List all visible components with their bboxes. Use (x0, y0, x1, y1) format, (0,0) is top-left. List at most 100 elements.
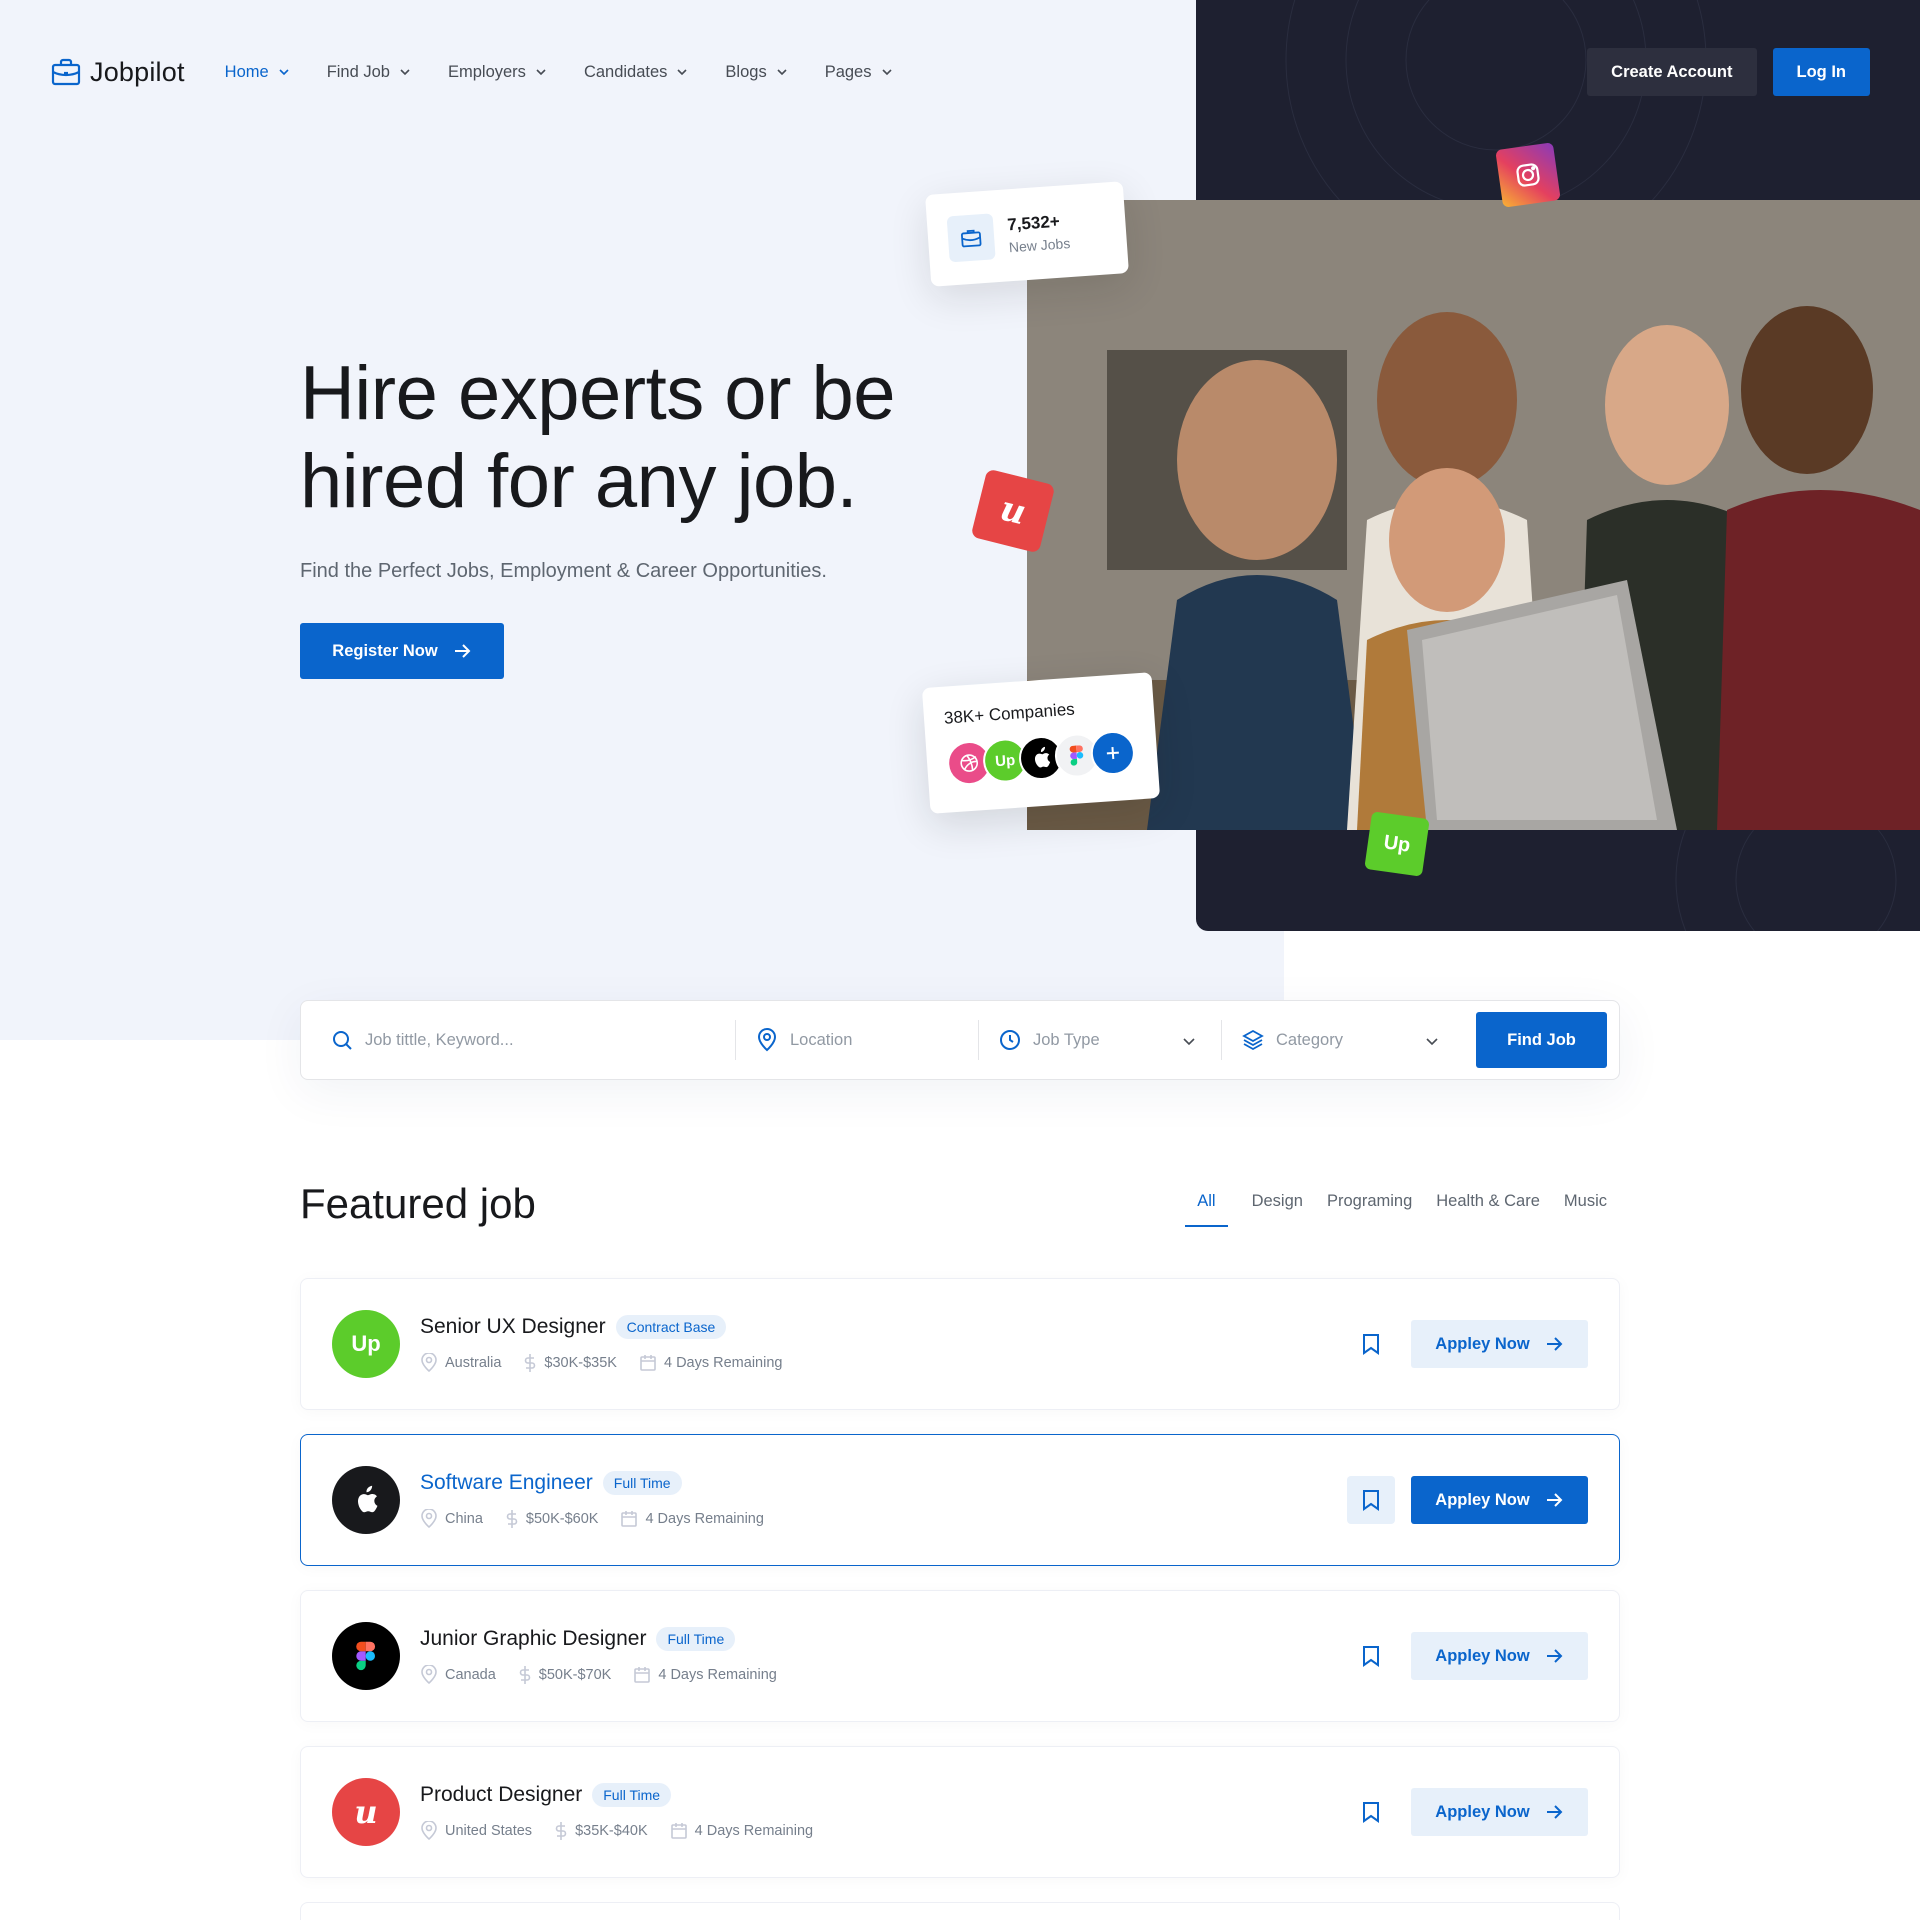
nav-find-job[interactable]: Find Job (327, 63, 412, 82)
apply-label: Appley Now (1435, 1802, 1530, 1821)
nav-employers[interactable]: Employers (448, 63, 548, 82)
apply-label: Appley Now (1435, 1334, 1530, 1353)
keyword-placeholder: Job tittle, Keyword... (365, 1030, 514, 1049)
new-jobs-stat-card: 7,532+ New Jobs (925, 181, 1129, 287)
job-card[interactable]: Up Senior UX Designer Contract Base Aust… (300, 1278, 1620, 1410)
register-now-button[interactable]: Register Now (300, 623, 504, 679)
nav-candidates[interactable]: Candidates (584, 63, 689, 82)
job-title[interactable]: Senior UX Designer (420, 1315, 606, 1339)
job-card[interactable]: Junior Graphic Designer Full Time Canada… (300, 1590, 1620, 1722)
job-location: Canada (420, 1665, 496, 1685)
layers-icon (1242, 1029, 1264, 1051)
find-job-button[interactable]: Find Job (1476, 1012, 1607, 1068)
apply-now-button[interactable]: Appley Now (1411, 1788, 1588, 1836)
bookmark-button[interactable] (1347, 1788, 1395, 1836)
job-location-text: Canada (445, 1667, 496, 1683)
logo-text: Jobpilot (90, 56, 185, 87)
chevron-down-icon (400, 69, 410, 76)
job-card[interactable]: u Product Designer Full Time United Stat… (300, 1746, 1620, 1878)
dollar-icon (525, 1354, 536, 1372)
upwork-icon: Up (332, 1310, 400, 1378)
new-jobs-label: New Jobs (1008, 235, 1071, 256)
calendar-icon (640, 1355, 656, 1371)
calendar-icon (621, 1511, 638, 1527)
job-type-badge: Full Time (656, 1627, 736, 1651)
bookmark-button[interactable] (1347, 1320, 1395, 1368)
job-type-badge: Full Time (602, 1471, 682, 1495)
hero-team-photo (1027, 200, 1920, 830)
dollar-icon (555, 1822, 567, 1840)
job-deadline: 4 Days Remaining (639, 1353, 782, 1373)
arrow-right-icon (1546, 1337, 1563, 1351)
bookmark-button[interactable] (1347, 1476, 1395, 1524)
main-menu: Home Find Job Employers Candidates Blogs… (225, 63, 930, 82)
job-card[interactable]: Software Engineer Full Time China $50K-$… (300, 1434, 1620, 1566)
bookmark-icon (1363, 1646, 1379, 1667)
calendar-icon (670, 1823, 687, 1839)
figma-icon (332, 1622, 400, 1690)
job-location: Australia (420, 1353, 501, 1373)
job-type-select[interactable]: Job Type (978, 1020, 1221, 1060)
map-pin-icon (421, 1509, 437, 1529)
nav-pages[interactable]: Pages (825, 63, 894, 82)
login-button[interactable]: Log In (1772, 48, 1870, 96)
chevron-down-icon (279, 69, 289, 76)
job-salary: $35K-$40K (554, 1821, 648, 1841)
tab-programing[interactable]: Programing (1327, 1192, 1412, 1227)
job-salary-text: $50K-$70K (538, 1667, 612, 1683)
apply-now-button[interactable]: Appley Now (1411, 1476, 1588, 1524)
chevron-down-icon (881, 69, 892, 76)
job-location-text: China (445, 1511, 483, 1527)
job-salary-text: $35K-$40K (575, 1823, 648, 1839)
bookmark-button[interactable] (1347, 1632, 1395, 1680)
job-type-badge: Contract Base (615, 1315, 727, 1339)
job-deadline-text: 4 Days Remaining (694, 1823, 814, 1839)
create-account-button[interactable]: Create Account (1587, 48, 1757, 96)
job-search-bar: Job tittle, Keyword... Location Job Type… (300, 1000, 1620, 1080)
job-salary-text: $30K-$35K (544, 1355, 617, 1371)
job-deadline: 4 Days Remaining (633, 1665, 777, 1685)
location-placeholder: Location (790, 1030, 853, 1049)
chevron-down-icon (1183, 1038, 1195, 1046)
nav-home[interactable]: Home (225, 63, 291, 82)
chevron-down-icon (677, 69, 687, 76)
nav-actions: Create Account Log In (1587, 48, 1870, 96)
tab-health-care[interactable]: Health & Care (1436, 1192, 1540, 1227)
clock-icon (1000, 1030, 1020, 1050)
arrow-right-icon (1546, 1649, 1563, 1663)
job-location-text: United States (445, 1823, 533, 1839)
job-deadline: 4 Days Remaining (620, 1509, 764, 1529)
job-deadline-text: 4 Days Remaining (658, 1667, 777, 1683)
apple-icon (332, 1466, 400, 1534)
hero-title-line2: hired for any job. (300, 439, 858, 524)
arrow-right-icon (454, 644, 471, 658)
upwork-icon: Up (1364, 811, 1430, 877)
job-deadline-text: 4 Days Remaining (645, 1511, 764, 1527)
keyword-field[interactable]: Job tittle, Keyword... (331, 1020, 735, 1060)
nav-pages-label: Pages (824, 62, 872, 81)
nav-employers-label: Employers (447, 62, 526, 81)
companies-count: 38K+ Companies (943, 699, 1076, 728)
job-salary-text: $50K-$60K (525, 1511, 599, 1527)
featured-tabs: All Design Programing Health & Care Musi… (1185, 1192, 1607, 1227)
plus-icon[interactable] (1089, 729, 1137, 777)
tab-music[interactable]: Music (1564, 1192, 1607, 1227)
logo[interactable]: Jobpilot (50, 56, 185, 88)
nav-blogs-label: Blogs (725, 62, 767, 81)
map-pin-icon (421, 1821, 437, 1841)
tab-all[interactable]: All (1185, 1192, 1228, 1227)
apply-now-button[interactable]: Appley Now (1411, 1632, 1588, 1680)
apply-label: Appley Now (1435, 1490, 1530, 1509)
apply-now-button[interactable]: Appley Now (1411, 1320, 1588, 1368)
job-location: United States (420, 1821, 532, 1841)
category-select[interactable]: Category (1221, 1020, 1464, 1060)
nav-candidates-label: Candidates (583, 62, 668, 81)
job-title[interactable]: Junior Graphic Designer (420, 1627, 646, 1651)
tab-design[interactable]: Design (1252, 1192, 1303, 1227)
nav-blogs[interactable]: Blogs (725, 63, 788, 82)
search-icon (333, 1031, 352, 1050)
job-title[interactable]: Product Designer (420, 1783, 582, 1807)
job-title[interactable]: Software Engineer (420, 1471, 593, 1495)
chevron-down-icon (777, 69, 787, 76)
location-field[interactable]: Location (735, 1020, 978, 1060)
